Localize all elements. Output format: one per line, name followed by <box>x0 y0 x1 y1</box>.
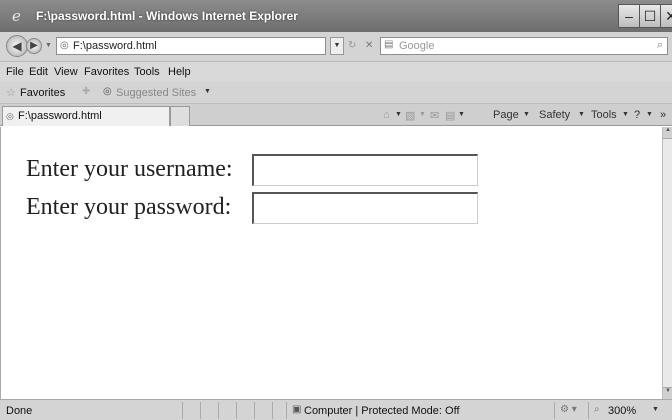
feeds-icon[interactable]: ▧ <box>405 109 415 122</box>
status-divider <box>272 402 273 419</box>
security-zone[interactable]: Computer | Protected Mode: Off <box>304 405 460 417</box>
tab-row: ◎ F:\password.html ⌂ ▼ ▧ ▼ ✉ ▤ ▼ Page ▼ … <box>0 104 672 126</box>
add-favorite-icon[interactable]: ✚ <box>82 86 90 97</box>
status-divider <box>236 402 237 419</box>
menu-tools[interactable]: Tools <box>134 66 160 78</box>
tab-password[interactable]: ◎ F:\password.html <box>2 106 170 126</box>
status-divider <box>254 402 255 419</box>
page-menu[interactable]: Page <box>493 109 519 121</box>
chevron-down-icon[interactable]: ▼ <box>578 111 585 118</box>
computer-icon: ▣ <box>292 404 302 415</box>
status-divider <box>182 402 183 419</box>
suggested-sites-button[interactable]: Suggested Sites <box>116 87 196 99</box>
page-icon: ◎ <box>6 111 14 121</box>
menu-bar: File Edit View Favorites Tools Help <box>0 62 672 82</box>
new-tab-button[interactable] <box>170 106 190 126</box>
help-icon[interactable]: ? <box>634 109 640 121</box>
forward-arrow-icon: ▶ <box>30 40 38 51</box>
chevron-down-icon[interactable]: ▼ <box>646 111 653 118</box>
status-text: Done <box>6 405 33 417</box>
chevron-down-icon: ▼ <box>333 42 341 49</box>
address-row: ◀ ▶ ▼ ◎ F:\password.html ▼ ↻ ✕ ▤ Google … <box>0 32 672 62</box>
password-label: Enter your password: <box>26 194 232 220</box>
addon-icon[interactable]: ⚙ ▾ <box>560 404 577 415</box>
maximize-button[interactable]: ☐ <box>639 4 661 28</box>
chevron-down-icon[interactable]: ▼ <box>652 406 659 413</box>
search-input[interactable]: ▤ Google ⌕ <box>380 37 668 55</box>
scroll-down-icon[interactable]: ▼ <box>663 387 672 399</box>
search-placeholder: Google <box>399 40 435 52</box>
zoom-icon: ⌕ <box>594 404 600 415</box>
close-button[interactable]: ✕ <box>660 4 672 28</box>
menu-help[interactable]: Help <box>168 66 191 78</box>
address-bar[interactable]: ◎ F:\password.html <box>56 37 326 55</box>
search-provider-icon: ▤ <box>384 39 394 50</box>
scroll-up-icon[interactable]: ▲ <box>663 127 672 139</box>
safety-menu[interactable]: Safety <box>539 109 570 121</box>
back-button[interactable]: ◀ <box>6 35 28 57</box>
status-divider <box>588 402 589 419</box>
status-divider <box>554 402 555 419</box>
refresh-icon[interactable]: ↻ <box>348 40 356 51</box>
menu-view[interactable]: View <box>54 66 78 78</box>
username-field[interactable] <box>252 154 478 186</box>
star-icon: ☆ <box>6 87 16 99</box>
chevron-down-icon[interactable]: ▼ <box>419 111 426 118</box>
title-bar: e F:\password.html - Windows Internet Ex… <box>0 0 672 32</box>
status-divider <box>218 402 219 419</box>
status-divider <box>200 402 201 419</box>
vertical-scrollbar[interactable]: ▲ ▼ <box>662 127 672 399</box>
favorites-button[interactable]: Favorites <box>20 87 65 99</box>
menu-file[interactable]: File <box>6 66 24 78</box>
search-icon[interactable]: ⌕ <box>657 39 663 52</box>
forward-button[interactable]: ▶ <box>26 38 42 54</box>
back-arrow-icon: ◀ <box>12 39 22 53</box>
zoom-level[interactable]: 300% <box>608 405 636 417</box>
chevron-down-icon[interactable]: ▼ <box>523 111 530 118</box>
tab-label: F:\password.html <box>18 110 102 122</box>
recent-pages-dropdown[interactable]: ▼ <box>45 42 52 49</box>
ie-logo-icon: e <box>12 7 21 25</box>
page-icon: ◎ <box>60 40 69 51</box>
tools-menu[interactable]: Tools <box>591 109 617 121</box>
chevron-down-icon[interactable]: ▼ <box>458 111 465 118</box>
print-icon[interactable]: ▤ <box>445 109 455 122</box>
minimize-button[interactable]: – <box>618 4 640 28</box>
window-title: F:\password.html - Windows Internet Expl… <box>36 9 298 23</box>
stop-icon[interactable]: ✕ <box>365 40 373 51</box>
close-icon: ✕ <box>665 8 672 24</box>
password-field[interactable] <box>252 192 478 224</box>
menu-favorites[interactable]: Favorites <box>84 66 129 78</box>
status-divider <box>286 402 287 419</box>
overflow-chevron-icon[interactable]: » <box>660 109 666 121</box>
address-dropdown[interactable]: ▼ <box>330 37 344 55</box>
status-bar: Done ▣ Computer | Protected Mode: Off ⚙ … <box>0 399 672 420</box>
username-label: Enter your username: <box>26 156 233 182</box>
menu-edit[interactable]: Edit <box>29 66 48 78</box>
address-url: F:\password.html <box>73 40 157 52</box>
chevron-down-icon[interactable]: ▼ <box>204 88 211 95</box>
chevron-down-icon[interactable]: ▼ <box>622 111 629 118</box>
suggested-sites-icon: ◎ <box>103 86 112 97</box>
maximize-icon: ☐ <box>643 8 657 24</box>
minimize-icon: – <box>625 8 633 24</box>
favorites-bar: ☆ Favorites ✚ ◎ Suggested Sites ▼ <box>0 82 672 104</box>
chevron-down-icon[interactable]: ▼ <box>395 111 402 118</box>
home-icon[interactable]: ⌂ <box>383 109 390 121</box>
mail-icon[interactable]: ✉ <box>430 109 439 122</box>
